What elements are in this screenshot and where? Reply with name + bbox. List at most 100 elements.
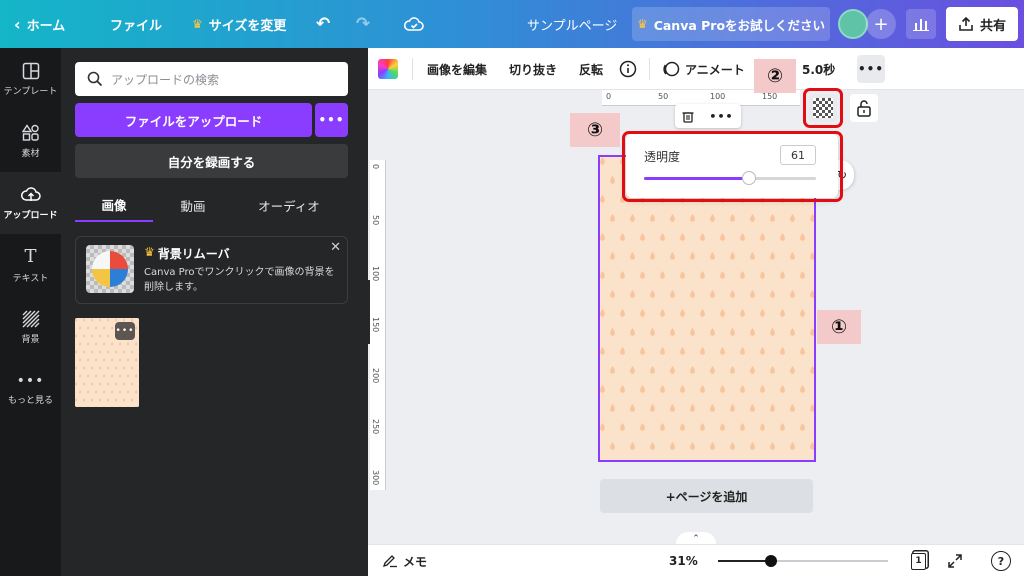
plus-icon: + <box>873 13 889 35</box>
flip-label: 反転 <box>579 62 604 77</box>
add-page-button[interactable]: +ページを追加 <box>600 479 813 513</box>
info-icon <box>619 60 637 78</box>
zoom-label: 31% <box>669 554 698 568</box>
page-more-button[interactable]: ••• <box>709 110 733 123</box>
edit-image-button[interactable]: 画像を編集 <box>427 48 487 90</box>
annotation-badge-3: ③ <box>570 113 620 147</box>
ruler-vertical: 0 50 100 150 200 250 300 <box>370 160 386 490</box>
ruler-tick-label: 50 <box>371 215 380 226</box>
undo-button[interactable]: ↶ <box>316 0 330 48</box>
tab-videos[interactable]: 動画 <box>153 188 233 222</box>
flip-button[interactable]: 反転 <box>579 48 603 90</box>
lock-button[interactable] <box>850 94 878 122</box>
divider <box>649 58 650 80</box>
pro-trial-button[interactable]: ♛ Canva Proをお試しください <box>632 7 830 41</box>
avatar[interactable] <box>838 9 868 39</box>
share-label: 共有 <box>979 18 1006 34</box>
rail-templates[interactable]: テンプレート <box>0 48 61 110</box>
add-collaborator-button[interactable]: + <box>866 9 896 39</box>
ruler-tick-label: 50 <box>658 92 669 101</box>
ruler-tick-label: 200 <box>371 368 380 384</box>
raindrop-pattern-image[interactable] <box>600 157 814 460</box>
animate-icon <box>663 61 680 77</box>
tab-images[interactable]: 画像 <box>75 188 153 222</box>
toolbar-more-button[interactable]: ••• <box>857 55 885 83</box>
file-menu[interactable]: ファイル <box>110 0 162 48</box>
rail-uploads-label: アップロード <box>3 210 58 221</box>
document-title[interactable]: サンプルページ <box>527 0 617 48</box>
notes-label: メモ <box>403 554 428 569</box>
more-dots-icon: ••• <box>857 62 884 76</box>
ruler-tick-label: 300 <box>371 470 380 486</box>
notes-button[interactable]: メモ <box>382 545 427 576</box>
cloud-upload-icon <box>20 186 41 201</box>
fullscreen-button[interactable] <box>947 545 963 576</box>
rail-background[interactable]: 背景 <box>0 296 61 358</box>
info-button[interactable] <box>619 48 637 90</box>
crown-icon: ♛ <box>144 245 155 259</box>
pro-trial-label: Canva Proをお試しください <box>653 17 826 33</box>
upload-more-button[interactable]: ••• <box>315 103 348 137</box>
chevron-up-icon: ⌃ <box>692 534 700 544</box>
share-button[interactable]: 共有 <box>946 7 1018 41</box>
ruler-tick-label: 0 <box>371 164 380 170</box>
left-rail: テンプレート 素材 アップロード T テキスト 背景 ••• もっと見る <box>0 48 61 576</box>
thumbnail-more-button[interactable]: ••• <box>115 322 135 340</box>
resize-button[interactable]: ♛ サイズを変更 <box>192 0 286 48</box>
rail-templates-label: テンプレート <box>3 86 58 97</box>
rail-uploads[interactable]: アップロード <box>0 172 61 234</box>
record-yourself-button[interactable]: 自分を録画する <box>75 144 348 178</box>
more-dots-icon: ••• <box>16 372 45 389</box>
page-count: 1 <box>915 556 922 566</box>
zoom-slider-knob[interactable] <box>764 555 777 567</box>
zoom-slider-fill <box>718 560 771 562</box>
highlight-box-transparency-button <box>803 88 843 128</box>
cloud-check-icon <box>404 17 424 31</box>
insights-button[interactable] <box>906 9 936 39</box>
ruler-tick-label: 250 <box>371 419 380 435</box>
promo-title: ♛ 背景リムーバ <box>144 245 230 262</box>
redo-button[interactable]: ↷ <box>356 0 370 48</box>
tab-audio[interactable]: オーディオ <box>249 188 329 222</box>
close-icon[interactable]: ✕ <box>330 240 341 255</box>
ruler-tick-label: 150 <box>762 92 778 101</box>
page-actions-bar: ••• <box>675 104 741 128</box>
help-glyph: ? <box>997 554 1005 568</box>
rail-text[interactable]: T テキスト <box>0 234 61 296</box>
shapes-icon <box>21 123 39 141</box>
document-title-text: サンプルページ <box>527 18 618 34</box>
duration-button[interactable]: 5.0秒 <box>802 48 835 90</box>
rail-elements[interactable]: 素材 <box>0 110 61 172</box>
help-button[interactable]: ? <box>991 545 1011 576</box>
search-input[interactable]: アップロードの検索 <box>75 62 348 96</box>
upload-files-button[interactable]: ファイルをアップロード <box>75 103 312 137</box>
uploaded-image-thumbnail[interactable]: ••• <box>75 318 139 407</box>
page-count-button[interactable]: 1 <box>911 545 926 576</box>
promo-description: Canva Proでワンクリックで画像の背景を削除します。 <box>144 267 335 293</box>
rail-elements-label: 素材 <box>21 148 40 159</box>
add-page-label: +ページを追加 <box>665 489 748 504</box>
cloud-save-button[interactable] <box>404 0 424 48</box>
rail-more[interactable]: ••• もっと見る <box>0 358 61 420</box>
zoom-slider[interactable] <box>718 555 888 567</box>
divider <box>412 58 413 80</box>
undo-icon: ↶ <box>316 14 331 34</box>
animate-button[interactable]: アニメート <box>662 48 745 90</box>
unlock-icon <box>857 100 871 117</box>
crop-button[interactable]: 切り抜き <box>509 48 557 90</box>
editor-toolbar: 画像を編集 切り抜き 反転 アニメート 5.0秒 ••• <box>368 48 1024 90</box>
trash-icon[interactable] <box>682 110 694 123</box>
annotation-badge-2: ② <box>754 59 796 93</box>
crown-icon: ♛ <box>636 17 648 31</box>
redo-icon: ↷ <box>356 14 371 34</box>
pages-icon: 1 <box>911 552 926 570</box>
home-button[interactable]: ‹ ホーム <box>14 0 65 48</box>
rail-text-label: テキスト <box>12 274 49 284</box>
rail-more-label: もっと見る <box>7 395 53 406</box>
color-picker-button[interactable] <box>378 59 398 79</box>
expand-icon <box>948 554 962 568</box>
ruler-tick-label: 100 <box>371 266 380 282</box>
pencil-note-icon <box>382 555 397 568</box>
help-icon: ? <box>991 551 1011 571</box>
background-remover-promo[interactable]: ♛ 背景リムーバ Canva Proでワンクリックで画像の背景を削除します。 ✕ <box>75 236 348 304</box>
